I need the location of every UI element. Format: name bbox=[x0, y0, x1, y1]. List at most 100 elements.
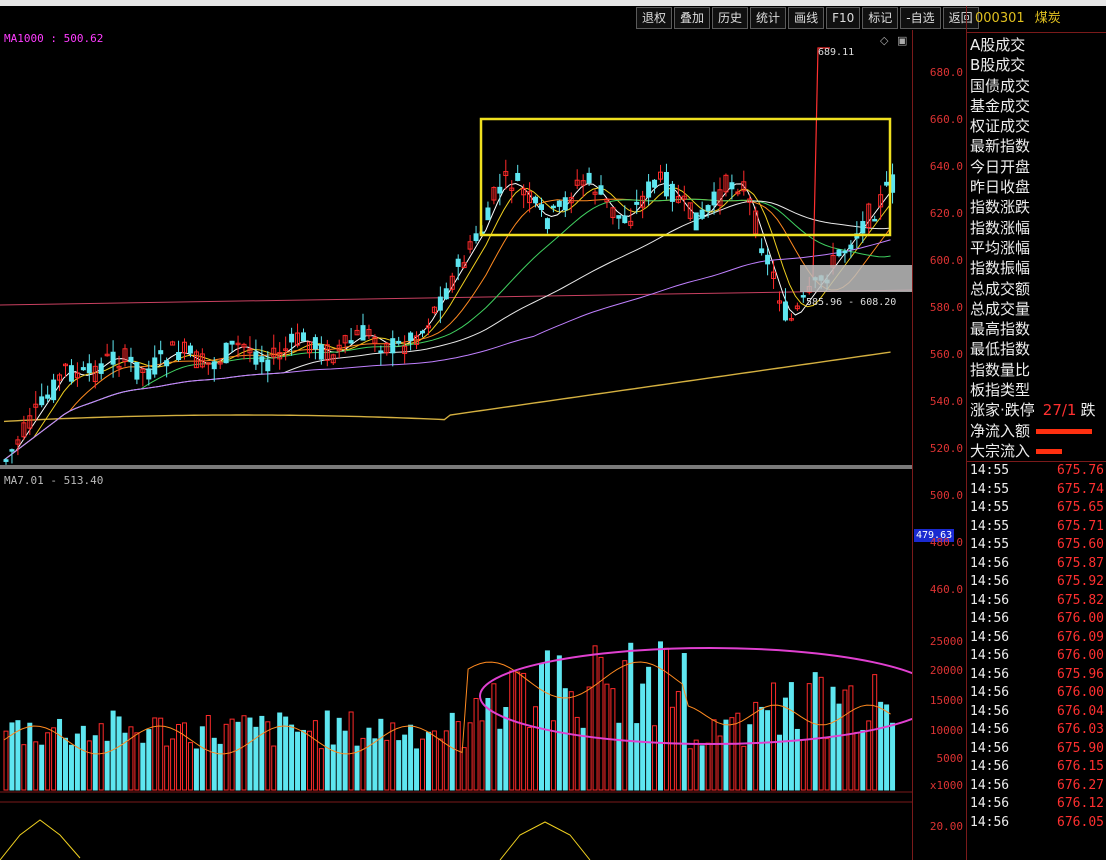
peak-marker-line bbox=[812, 47, 830, 278]
price-axis-label: 560.0 bbox=[929, 348, 963, 361]
candle-body bbox=[497, 186, 503, 194]
candle-body bbox=[146, 368, 152, 380]
tick-time: 14:56 bbox=[970, 759, 1010, 775]
candle-body bbox=[408, 332, 414, 341]
volume-bar bbox=[735, 712, 741, 791]
candle-body bbox=[634, 201, 640, 205]
tick-row: 14:55 675.65 bbox=[967, 499, 1106, 518]
quote-field-label: 大宗流入 bbox=[967, 441, 1106, 461]
candle-body bbox=[86, 363, 92, 374]
toolbar-button-overlay[interactable]: 叠加 bbox=[674, 7, 711, 29]
volume-bar bbox=[884, 704, 890, 791]
volume-bar bbox=[687, 748, 693, 791]
volume-bar bbox=[21, 744, 27, 791]
quote-field-label: 权证成交 bbox=[967, 116, 1106, 136]
tick-row: 14:56 676.27 bbox=[967, 777, 1106, 796]
volume-bar bbox=[229, 718, 235, 791]
tick-row: 14:56 676.12 bbox=[967, 795, 1106, 814]
toolbar-button-history[interactable]: 历史 bbox=[712, 7, 749, 29]
chart-toolbar: 退权 叠加 历史 统计 画线 F10 标记 -自选 返回 bbox=[636, 7, 979, 29]
volume-bar bbox=[568, 691, 574, 791]
volume-bar bbox=[836, 703, 842, 791]
volume-bar bbox=[348, 711, 354, 791]
candle-body bbox=[318, 344, 324, 360]
volume-bar bbox=[658, 641, 663, 791]
volume-bar bbox=[527, 726, 533, 791]
toolbar-button-mark[interactable]: 标记 bbox=[862, 7, 899, 29]
toolbar-button-weight[interactable]: 退权 bbox=[636, 7, 673, 29]
quote-field-label: 最新指数 bbox=[967, 136, 1106, 156]
volume-bar bbox=[74, 733, 80, 791]
candlestick-chart[interactable] bbox=[0, 30, 912, 860]
toolbar-button-watchlist[interactable]: -自选 bbox=[900, 7, 941, 29]
quote-field-label: 净流入额 bbox=[967, 421, 1106, 441]
index-name[interactable]: 煤炭 bbox=[1035, 11, 1061, 26]
volume-axis-label: 25000 bbox=[929, 635, 963, 648]
ma-line bbox=[3, 239, 891, 461]
volume-bar bbox=[521, 672, 527, 791]
tick-price: 675.74 bbox=[1057, 481, 1104, 497]
flow-bar bbox=[1036, 428, 1093, 434]
chart-axis-separator bbox=[912, 30, 913, 860]
candle-body bbox=[360, 325, 366, 341]
tick-time: 14:56 bbox=[970, 814, 1010, 830]
volume-bar bbox=[634, 723, 640, 791]
quote-header: 000301 煤炭 bbox=[967, 6, 1106, 33]
ma-line bbox=[3, 198, 891, 461]
consolidation-box bbox=[479, 117, 892, 237]
candle-body bbox=[759, 248, 765, 254]
window-top-strip bbox=[0, 0, 1106, 6]
candle-body bbox=[782, 301, 788, 321]
volume-bar bbox=[104, 740, 110, 791]
volume-bar bbox=[800, 739, 806, 791]
volume-bar bbox=[693, 739, 699, 791]
tick-price: 676.12 bbox=[1057, 796, 1104, 812]
quote-field-label: A股成交 bbox=[967, 35, 1106, 55]
volume-bar bbox=[711, 719, 717, 791]
tick-time: 14:56 bbox=[970, 740, 1010, 756]
quote-panel: 000301 煤炭 A股成交 B股成交 国债成交 基金成交 权证成交 最新指数 今日开盘 昨日… bbox=[966, 6, 1106, 860]
tick-time: 14:56 bbox=[970, 574, 1010, 590]
tick-list[interactable]: 14:55 675.76 14:55 675.74 14:55 675.65 14:55 67… bbox=[967, 461, 1106, 832]
quote-field-label: 总成交量 bbox=[967, 299, 1106, 319]
volume-bar bbox=[295, 731, 301, 791]
volume-bar bbox=[479, 720, 485, 791]
toolbar-button-stats[interactable]: 统计 bbox=[750, 7, 787, 29]
candle-body bbox=[562, 197, 568, 211]
quote-field-label: 指数涨跌 bbox=[967, 197, 1106, 217]
tick-price: 676.15 bbox=[1057, 759, 1104, 775]
tick-price: 676.03 bbox=[1057, 722, 1104, 738]
tick-price: 676.09 bbox=[1057, 629, 1104, 645]
volume-bar bbox=[741, 745, 747, 791]
volume-bar bbox=[640, 683, 646, 791]
candle-body bbox=[39, 396, 45, 406]
quote-field-text: 权证成交 bbox=[970, 117, 1031, 136]
ma-reference-line bbox=[0, 289, 912, 306]
volume-bar bbox=[378, 718, 384, 791]
volume-bar bbox=[9, 722, 15, 791]
volume-bar bbox=[182, 722, 187, 791]
toolbar-button-draw[interactable]: 画线 bbox=[788, 7, 825, 29]
candle-body bbox=[187, 345, 193, 354]
tick-row: 14:56 676.15 bbox=[967, 758, 1106, 777]
candle-body bbox=[45, 394, 51, 399]
candle-body bbox=[515, 172, 521, 181]
volume-bar bbox=[842, 689, 848, 791]
quote-field-text: 最新指数 bbox=[970, 137, 1031, 156]
volume-bar bbox=[592, 645, 598, 791]
volume-bar bbox=[241, 715, 247, 791]
candle-body bbox=[455, 258, 461, 267]
quote-field-text: 最高指数 bbox=[970, 320, 1031, 339]
toolbar-button-f10[interactable]: F10 bbox=[826, 7, 861, 29]
index-code: 000301 bbox=[975, 11, 1025, 26]
volume-bar bbox=[699, 745, 705, 791]
volume-bar bbox=[235, 721, 241, 791]
tick-time: 14:56 bbox=[970, 648, 1010, 664]
indicator-line bbox=[0, 819, 81, 860]
tick-row: 14:56 675.90 bbox=[967, 740, 1106, 759]
candle-body bbox=[164, 360, 170, 367]
volume-bar bbox=[80, 725, 86, 791]
tick-time: 14:55 bbox=[970, 518, 1010, 534]
volume-bar bbox=[467, 722, 473, 791]
volume-bar bbox=[301, 729, 306, 791]
